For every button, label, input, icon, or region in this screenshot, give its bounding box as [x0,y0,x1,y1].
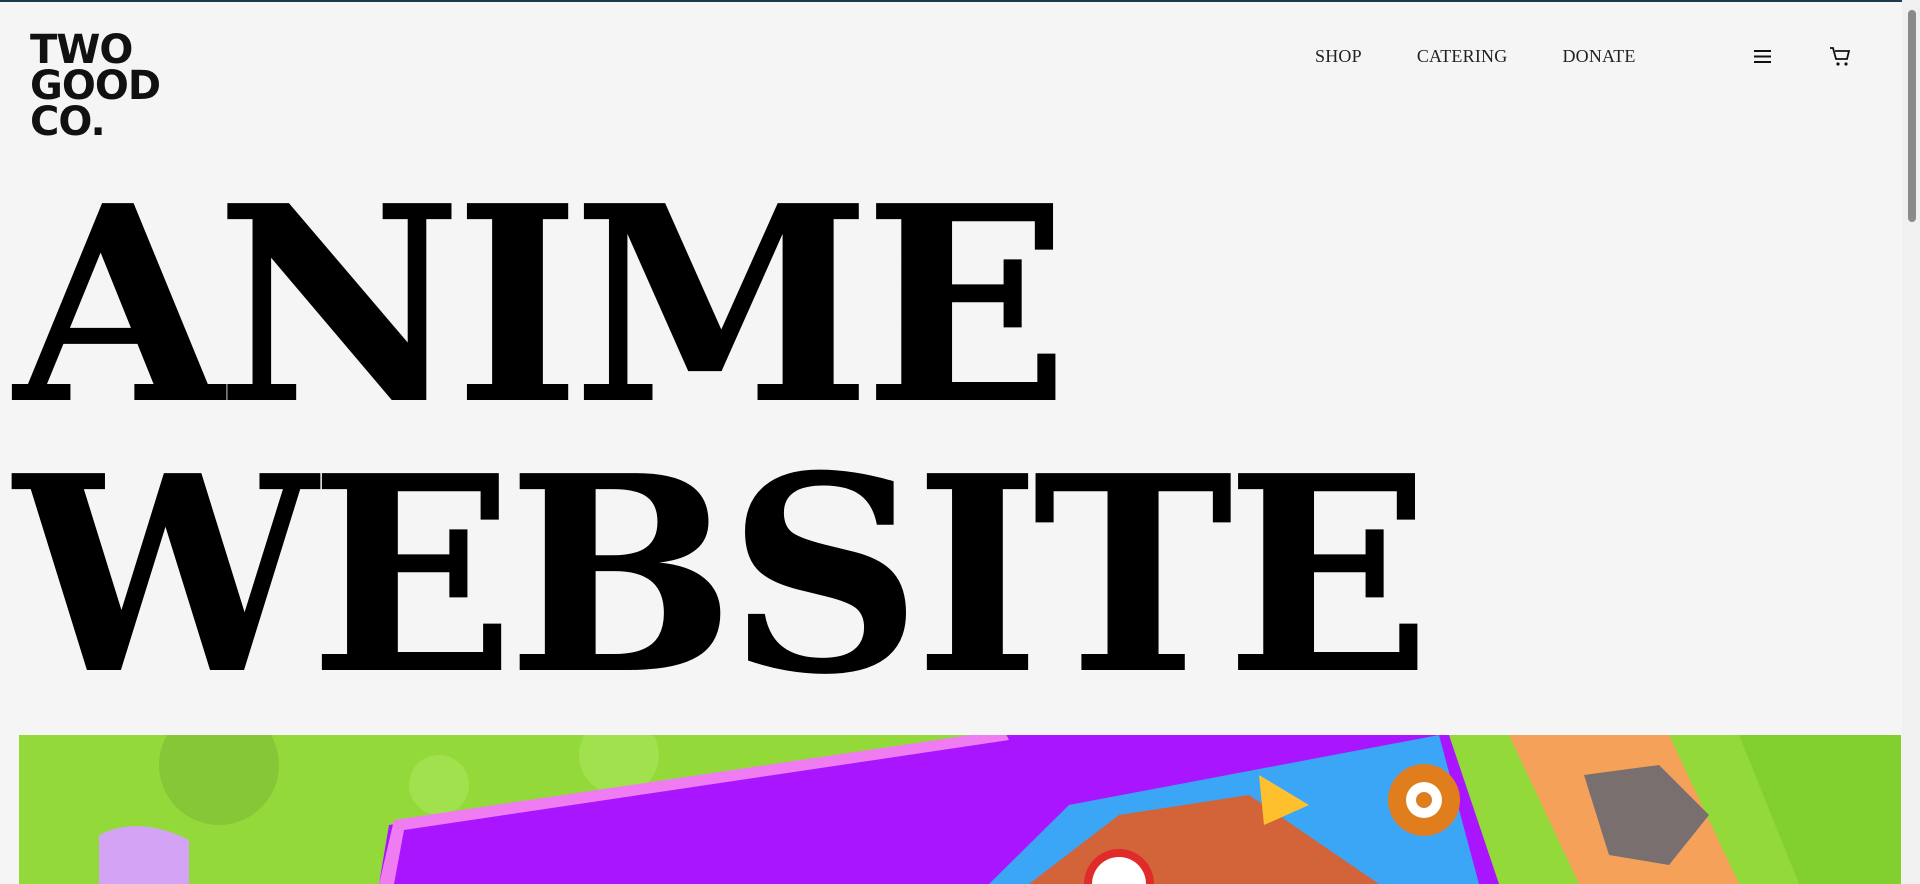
nav-item-catering[interactable]: CATERING [1417,46,1508,67]
cart-icon[interactable] [1829,46,1851,68]
nav-item-donate[interactable]: DONATE [1562,46,1635,67]
main-nav: SHOP CATERING DONATE [1315,46,1691,67]
top-border-line [0,0,1920,2]
page-scrollbar[interactable] [1902,0,1920,884]
nav-item-shop[interactable]: SHOP [1315,46,1362,67]
headline-line-1: ANIME [14,146,1069,464]
hero-scene-illustration [19,735,1901,884]
hamburger-menu-icon[interactable] [1754,49,1771,64]
headline-line-2: WEBSITE [14,416,1431,734]
hero-headline: ANIME WEBSITE [14,146,1431,734]
scrollbar-thumb[interactable] [1908,10,1916,222]
hero-image [19,735,1901,884]
brand-logo[interactable]: TWO GOOD CO. [30,30,161,145]
logo-line-3: CO. [30,99,106,145]
